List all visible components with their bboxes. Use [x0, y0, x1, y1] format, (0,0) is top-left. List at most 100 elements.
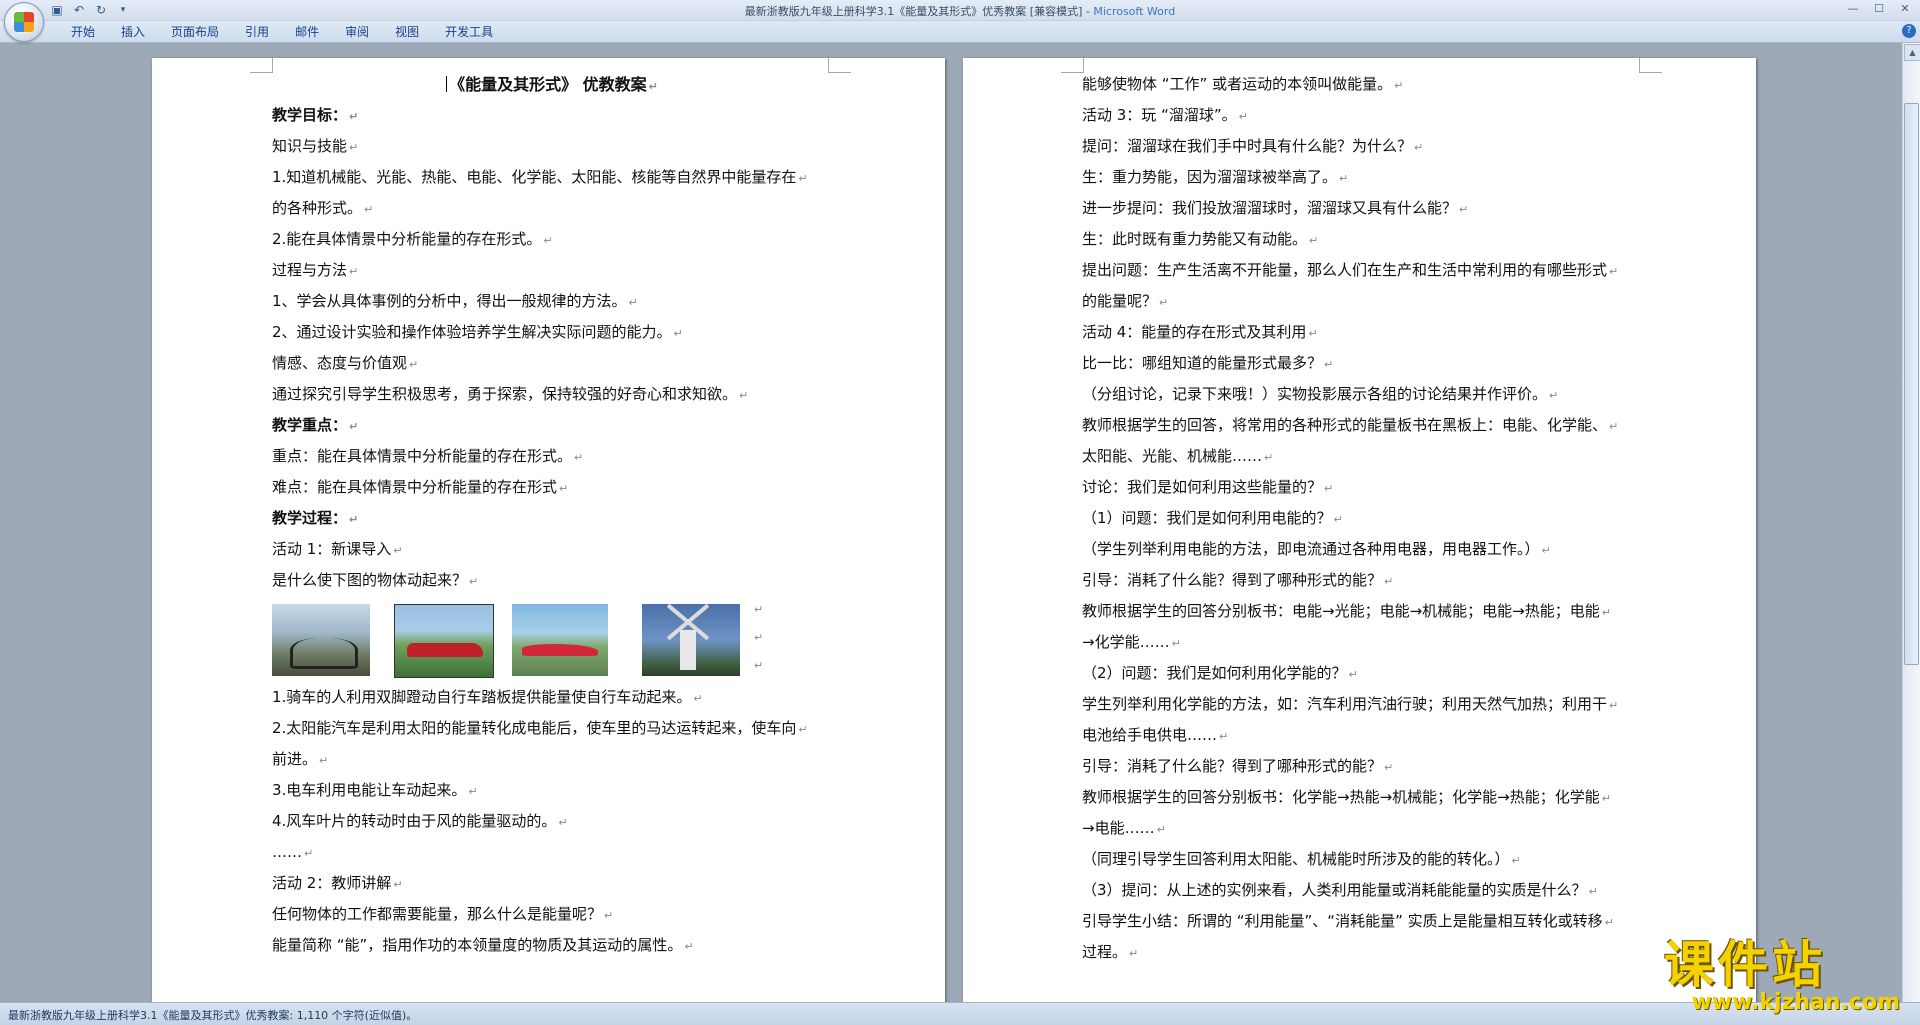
paragraph-mark-icon: ↵	[754, 603, 764, 616]
document-line[interactable]: 通过探究引导学生积极思考，勇于探索，保持较强的好奇心和求知欲。 ↵	[272, 379, 832, 410]
document-line[interactable]: （同理引导学生回答利用太阳能、机械能时所涉及的能的转化。） ↵	[1082, 844, 1642, 875]
document-line[interactable]: 情感、态度与价值观 ↵	[272, 348, 832, 379]
line-text: 过程。	[1082, 943, 1128, 961]
maximize-button[interactable]: ☐	[1868, 1, 1890, 17]
document-line[interactable]: 进一步提问：我们投放溜溜球时，溜溜球又具有什么能？ ↵	[1082, 193, 1642, 224]
paragraph-mark-icon: ↵	[673, 327, 683, 340]
tab-view[interactable]: 视图	[382, 24, 432, 40]
tab-page-layout[interactable]: 页面布局	[158, 24, 232, 40]
tab-developer[interactable]: 开发工具	[432, 24, 506, 40]
document-line[interactable]: 活动 3：玩 “溜溜球”。 ↵	[1082, 100, 1642, 131]
document-page-right[interactable]: 能够使物体 “工作” 或者运动的本领叫做能量。 ↵ 活动 3：玩 “溜溜球”。 ↵ 提问…	[963, 58, 1756, 1003]
line-text: 知识与技能	[272, 137, 348, 155]
document-line[interactable]: 活动 2：教师讲解 ↵	[272, 868, 832, 899]
document-line[interactable]: 1.骑车的人利用双脚蹬动自行车踏板提供能量使自行车动起来。 ↵	[272, 682, 832, 713]
bicycle-image[interactable]	[272, 604, 370, 676]
document-line[interactable]: 知识与技能 ↵	[272, 131, 832, 162]
paragraph-mark-icon: ↵	[1171, 637, 1181, 650]
document-line[interactable]: 2.太阳能汽车是利用太阳的能量转化成电能后，使车里的马达运转起来，使车向 ↵	[272, 713, 832, 744]
document-line[interactable]: 讨论：我们是如何利用这些能量的？ ↵	[1082, 472, 1642, 503]
line-text: 活动 1：新课导入	[272, 540, 392, 558]
document-line[interactable]: 提问：溜溜球在我们手中时具有什么能？为什么？ ↵	[1082, 131, 1642, 162]
solar-car-image[interactable]	[394, 604, 494, 678]
vertical-scrollbar[interactable]: ▲	[1902, 43, 1920, 1003]
document-line[interactable]: 引导：消耗了什么能？得到了哪种形式的能？ ↵	[1082, 751, 1642, 782]
document-line[interactable]: （1）问题：我们是如何利用电能的？ ↵	[1082, 503, 1642, 534]
minimize-button[interactable]: —	[1842, 1, 1864, 17]
document-line[interactable]: 活动 1：新课导入 ↵	[272, 534, 832, 565]
document-line[interactable]: 《能量及其形式》 优教教案 ↵	[272, 69, 832, 100]
document-line[interactable]: 是什么使下图的物体动起来？ ↵	[272, 565, 832, 596]
line-text: 教师根据学生的回答，将常用的各种形式的能量板书在黑板上：电能、化学能、	[1082, 416, 1608, 434]
document-line[interactable]: 的各种形式。 ↵	[272, 193, 832, 224]
document-line[interactable]: 教学过程： ↵	[272, 503, 832, 534]
document-line[interactable]: 引导：消耗了什么能？得到了哪种形式的能？ ↵	[1082, 565, 1642, 596]
document-line[interactable]: 教师根据学生的回答分别板书：电能→光能；电能→机械能；电能→热能；电能 ↵	[1082, 596, 1642, 627]
document-line[interactable]: 太阳能、光能、机械能…… ↵	[1082, 441, 1642, 472]
document-line[interactable]: 重点：能在具体情景中分析能量的存在形式。 ↵	[272, 441, 832, 472]
document-line[interactable]: 任何物体的工作都需要能量，那么什么是能量呢？ ↵	[272, 899, 832, 930]
document-line[interactable]: 学生列举利用化学能的方法，如：汽车利用汽油行驶；利用天然气加热；利用干 ↵	[1082, 689, 1642, 720]
close-button[interactable]: ✕	[1894, 1, 1916, 17]
document-line[interactable]: 引导学生小结：所谓的 “利用能量”、“消耗能量” 实质上是能量相互转化或转移 ↵	[1082, 906, 1642, 937]
paragraph-mark-icon: ↵	[1309, 234, 1319, 247]
document-line[interactable]: 教学目标： ↵	[272, 100, 832, 131]
document-line[interactable]: （学生列举利用电能的方法，即电流通过各种用电器，用电器工作。） ↵	[1082, 534, 1642, 565]
document-line[interactable]: 教学重点： ↵	[272, 410, 832, 441]
document-line[interactable]: 过程。 ↵	[1082, 937, 1642, 968]
line-text: （分组讨论，记录下来哦！）实物投影展示各组的讨论结果并作评价。	[1082, 385, 1548, 403]
office-button[interactable]	[4, 2, 44, 42]
document-page-left[interactable]: 《能量及其形式》 优教教案 ↵ 教学目标： ↵ 知识与技能 ↵ 1.知道机械能、光能、热能、…	[152, 58, 945, 1003]
document-line[interactable]: 1、学会从具体事例的分析中，得出一般规律的方法。 ↵	[272, 286, 832, 317]
document-line[interactable]: 能量简称 “能”，指用作功的本领量度的物质及其运动的属性。 ↵	[272, 930, 832, 961]
document-line[interactable]: 4.风车叶片的转动时由于风的能量驱动的。 ↵	[272, 806, 832, 837]
office-logo-icon	[14, 12, 34, 32]
line-text: （1）问题：我们是如何利用电能的？	[1082, 509, 1332, 527]
document-line[interactable]: 3.电车利用电能让车动起来。 ↵	[272, 775, 832, 806]
document-line[interactable]: 电池给手电供电…… ↵	[1082, 720, 1642, 751]
margin-corner-mark	[250, 58, 273, 73]
tab-insert[interactable]: 插入	[108, 24, 158, 40]
document-line[interactable]: →电能…… ↵	[1082, 813, 1642, 844]
page-left-text[interactable]: 《能量及其形式》 优教教案 ↵ 教学目标： ↵ 知识与技能 ↵ 1.知道机械能、光能、热能、…	[272, 69, 832, 961]
line-text: 教学重点：	[272, 416, 348, 434]
document-line[interactable]: →化学能…… ↵	[1082, 627, 1642, 658]
scrollbar-thumb[interactable]	[1904, 103, 1919, 665]
document-line[interactable]: 2、通过设计实验和操作体验培养学生解决实际问题的能力。 ↵	[272, 317, 832, 348]
line-text: 教学过程：	[272, 509, 348, 527]
paragraph-mark-icon: ↵	[393, 544, 403, 557]
document-line[interactable]: （2）问题：我们是如何利用化学能的？ ↵	[1082, 658, 1642, 689]
paragraph-mark-icon: ↵	[349, 110, 359, 123]
document-line[interactable]: （3）提问：从上述的实例来看，人类利用能量或消耗能能量的实质是什么？ ↵	[1082, 875, 1642, 906]
document-line[interactable]: 1.知道机械能、光能、热能、电能、化学能、太阳能、核能等自然界中能量存在 ↵	[272, 162, 832, 193]
document-line[interactable]: …… ↵	[272, 837, 832, 868]
document-line[interactable]: （分组讨论，记录下来哦！）实物投影展示各组的讨论结果并作评价。 ↵	[1082, 379, 1642, 410]
document-line[interactable]: 教师根据学生的回答分别板书：化学能→热能→机械能；化学能→热能；化学能 ↵	[1082, 782, 1642, 813]
document-line[interactable]: 生：此时既有重力势能又有动能。 ↵	[1082, 224, 1642, 255]
tab-home[interactable]: 开始	[58, 24, 108, 40]
paragraph-mark-icon: ↵	[1159, 296, 1169, 309]
scroll-up-icon[interactable]: ▲	[1904, 44, 1920, 61]
document-line[interactable]: 的能量呢？ ↵	[1082, 286, 1642, 317]
page-right-text[interactable]: 能够使物体 “工作” 或者运动的本领叫做能量。 ↵ 活动 3：玩 “溜溜球”。 ↵ 提问…	[1082, 69, 1642, 968]
document-line[interactable]: 能够使物体 “工作” 或者运动的本领叫做能量。 ↵	[1082, 69, 1642, 100]
electric-train-image[interactable]	[512, 604, 608, 676]
document-line[interactable]: 教师根据学生的回答，将常用的各种形式的能量板书在黑板上：电能、化学能、 ↵	[1082, 410, 1642, 441]
watermark-logo: 课件站 www.kjzhan.com	[1664, 939, 1900, 1019]
document-line[interactable]: 2.能在具体情景中分析能量的存在形式。 ↵	[272, 224, 832, 255]
windmill-image[interactable]	[642, 604, 740, 676]
line-text: 4.风车叶片的转动时由于风的能量驱动的。	[272, 812, 557, 830]
tab-references[interactable]: 引用	[232, 24, 282, 40]
document-line[interactable]: 提出问题：生产生活离不开能量，那么人们在生产和生活中常利用的有哪些形式 ↵	[1082, 255, 1642, 286]
document-workspace: 《能量及其形式》 优教教案 ↵ 教学目标： ↵ 知识与技能 ↵ 1.知道机械能、光能、热能、…	[0, 43, 1903, 1003]
window-title: 最新浙教版九年级上册科学3.1《能量及其形式》优秀教案 [兼容模式] - Mic…	[0, 3, 1920, 19]
document-line[interactable]: 过程与方法 ↵	[272, 255, 832, 286]
document-line[interactable]: 前进。 ↵	[272, 744, 832, 775]
document-line[interactable]: 生：重力势能，因为溜溜球被举高了。 ↵	[1082, 162, 1642, 193]
tab-review[interactable]: 审阅	[332, 24, 382, 40]
tab-mailings[interactable]: 邮件	[282, 24, 332, 40]
document-line[interactable]: 难点：能在具体情景中分析能量的存在形式 ↵	[272, 472, 832, 503]
document-line[interactable]: 活动 4：能量的存在形式及其利用 ↵	[1082, 317, 1642, 348]
document-line[interactable]: 比一比：哪组知道的能量形式最多？ ↵	[1082, 348, 1642, 379]
help-icon[interactable]: ?	[1902, 24, 1916, 38]
